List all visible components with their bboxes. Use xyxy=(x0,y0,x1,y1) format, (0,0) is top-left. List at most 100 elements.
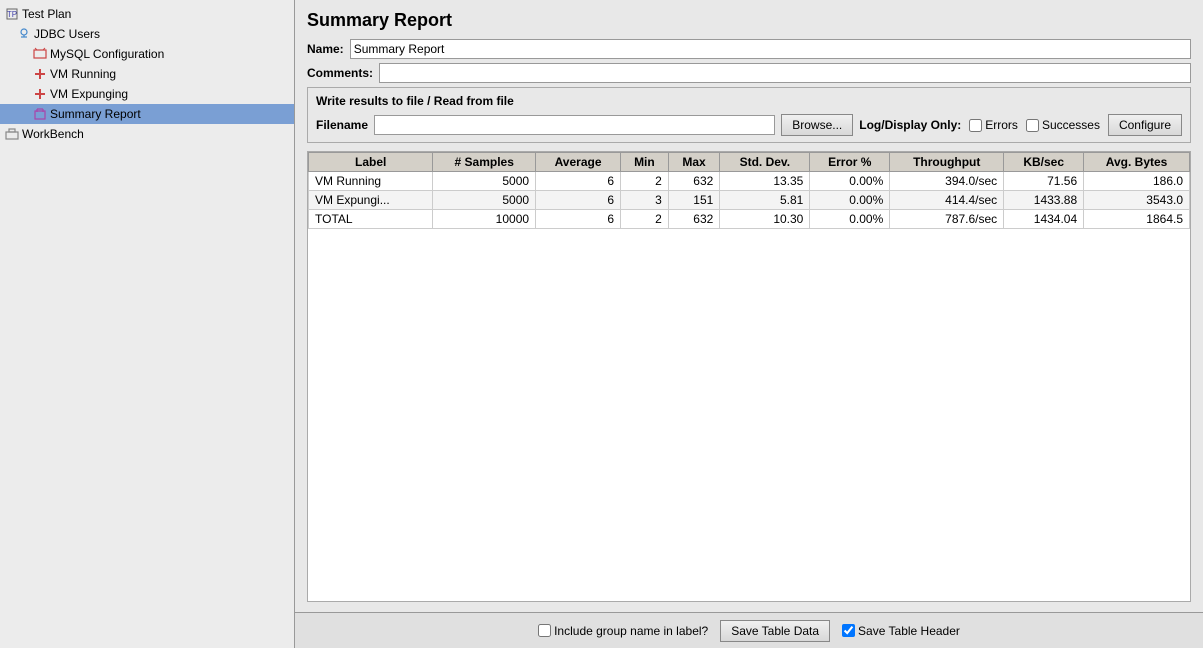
table-cell: 632 xyxy=(668,172,720,191)
bottom-bar: Include group name in label? Save Table … xyxy=(295,612,1203,648)
svg-text:TP: TP xyxy=(7,10,17,19)
config-icon xyxy=(32,46,48,62)
table-cell: 0.00% xyxy=(810,210,890,229)
table-cell: TOTAL xyxy=(309,210,433,229)
table-row: TOTAL100006263210.300.00%787.6/sec1434.0… xyxy=(309,210,1190,229)
table-row: VM Running50006263213.350.00%394.0/sec71… xyxy=(309,172,1190,191)
save-header-label[interactable]: Save Table Header xyxy=(842,624,960,638)
table-header-row: Label # Samples Average Min Max Std. Dev… xyxy=(309,153,1190,172)
errors-label: Errors xyxy=(985,118,1018,132)
table-row: VM Expungi...5000631515.810.00%414.4/sec… xyxy=(309,191,1190,210)
log-display-row: Log/Display Only: Errors Successes Confi… xyxy=(859,114,1182,136)
col-throughput: Throughput xyxy=(890,153,1004,172)
table-cell: 6 xyxy=(536,191,621,210)
sidebar-item-jdbc-users[interactable]: JDBC Users xyxy=(0,24,294,44)
sidebar: TP Test Plan JDBC Users xyxy=(0,0,295,648)
sidebar-item-label: VM Expunging xyxy=(50,87,128,101)
col-error-pct: Error % xyxy=(810,153,890,172)
col-label: Label xyxy=(309,153,433,172)
table-cell: 394.0/sec xyxy=(890,172,1004,191)
table-cell: 2 xyxy=(621,172,669,191)
table-cell: 6 xyxy=(536,172,621,191)
save-table-button[interactable]: Save Table Data xyxy=(720,620,830,642)
sidebar-item-label: WorkBench xyxy=(22,127,84,141)
table-cell: 787.6/sec xyxy=(890,210,1004,229)
filename-label: Filename xyxy=(316,118,368,132)
data-table-container: Label # Samples Average Min Max Std. Dev… xyxy=(307,151,1191,602)
col-average: Average xyxy=(536,153,621,172)
table-cell: 0.00% xyxy=(810,172,890,191)
threadgroup-icon xyxy=(16,26,32,42)
col-avg-bytes: Avg. Bytes xyxy=(1084,153,1190,172)
table-cell: 10000 xyxy=(433,210,536,229)
include-group-label[interactable]: Include group name in label? xyxy=(538,624,708,638)
main-content: Summary Report Name: Comments: Write res… xyxy=(295,0,1203,648)
filename-input[interactable] xyxy=(374,115,775,135)
table-cell: VM Running xyxy=(309,172,433,191)
table-cell: 151 xyxy=(668,191,720,210)
col-stddev: Std. Dev. xyxy=(720,153,810,172)
table-cell: 0.00% xyxy=(810,191,890,210)
table-cell: 13.35 xyxy=(720,172,810,191)
name-input[interactable] xyxy=(350,39,1191,59)
sidebar-item-vm-expunging[interactable]: VM Expunging xyxy=(0,84,294,104)
testplan-icon: TP xyxy=(4,6,20,22)
summary-report-panel: Summary Report Name: Comments: Write res… xyxy=(295,0,1203,612)
configure-button[interactable]: Configure xyxy=(1108,114,1182,136)
table-cell: 1434.04 xyxy=(1004,210,1084,229)
save-header-text: Save Table Header xyxy=(858,624,960,638)
file-section: Write results to file / Read from file F… xyxy=(307,87,1191,143)
sampler-icon xyxy=(32,66,48,82)
table-cell: 6 xyxy=(536,210,621,229)
name-row: Name: xyxy=(307,39,1191,59)
col-samples: # Samples xyxy=(433,153,536,172)
sidebar-item-test-plan[interactable]: TP Test Plan xyxy=(0,4,294,24)
col-max: Max xyxy=(668,153,720,172)
log-display-label: Log/Display Only: xyxy=(859,118,961,132)
col-kb-sec: KB/sec xyxy=(1004,153,1084,172)
table-cell: 414.4/sec xyxy=(890,191,1004,210)
table-cell: 5.81 xyxy=(720,191,810,210)
sidebar-item-mysql-config[interactable]: MySQL Configuration xyxy=(0,44,294,64)
sidebar-item-label: Summary Report xyxy=(50,107,141,121)
successes-checkbox-label[interactable]: Successes xyxy=(1026,118,1100,132)
table-cell: 2 xyxy=(621,210,669,229)
col-min: Min xyxy=(621,153,669,172)
table-cell: 186.0 xyxy=(1084,172,1190,191)
sidebar-item-label: Test Plan xyxy=(22,7,71,21)
browse-button[interactable]: Browse... xyxy=(781,114,853,136)
table-cell: 5000 xyxy=(433,191,536,210)
comments-input[interactable] xyxy=(379,63,1191,83)
name-label: Name: xyxy=(307,42,344,56)
sidebar-item-label: JDBC Users xyxy=(34,27,100,41)
errors-checkbox[interactable] xyxy=(969,119,982,132)
sidebar-item-label: MySQL Configuration xyxy=(50,47,164,61)
errors-checkbox-label[interactable]: Errors xyxy=(969,118,1018,132)
include-group-text: Include group name in label? xyxy=(554,624,708,638)
successes-checkbox[interactable] xyxy=(1026,119,1039,132)
table-cell: 71.56 xyxy=(1004,172,1084,191)
table-cell: 3543.0 xyxy=(1084,191,1190,210)
table-cell: VM Expungi... xyxy=(309,191,433,210)
page-title: Summary Report xyxy=(307,10,1191,31)
include-group-checkbox[interactable] xyxy=(538,624,551,637)
sidebar-item-summary-report[interactable]: Summary Report xyxy=(0,104,294,124)
table-cell: 10.30 xyxy=(720,210,810,229)
sidebar-item-workbench[interactable]: WorkBench xyxy=(0,124,294,144)
table-cell: 632 xyxy=(668,210,720,229)
table-cell: 3 xyxy=(621,191,669,210)
comments-row: Comments: xyxy=(307,63,1191,83)
sampler2-icon xyxy=(32,86,48,102)
summary-table: Label # Samples Average Min Max Std. Dev… xyxy=(308,152,1190,229)
listener-icon xyxy=(32,106,48,122)
table-cell: 1864.5 xyxy=(1084,210,1190,229)
workbench-icon xyxy=(4,126,20,142)
table-cell: 1433.88 xyxy=(1004,191,1084,210)
section-title: Write results to file / Read from file xyxy=(316,94,1182,108)
successes-label: Successes xyxy=(1042,118,1100,132)
comments-label: Comments: xyxy=(307,66,373,80)
save-header-checkbox[interactable] xyxy=(842,624,855,637)
sidebar-item-label: VM Running xyxy=(50,67,116,81)
sidebar-item-vm-running[interactable]: VM Running xyxy=(0,64,294,84)
file-row: Filename Browse... Log/Display Only: Err… xyxy=(316,114,1182,136)
